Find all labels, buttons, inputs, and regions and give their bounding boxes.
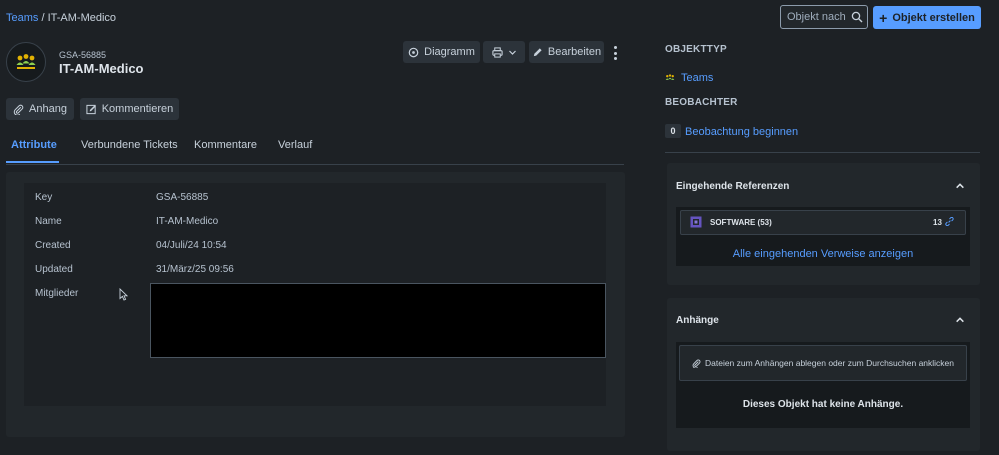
edit-button[interactable]: Bearbeiten (529, 41, 604, 63)
attr-created-value: 04/Juli/24 10:54 (156, 240, 227, 251)
team-icon (16, 54, 36, 69)
attr-created-label: Created (35, 240, 71, 251)
link-icon (945, 217, 954, 226)
show-all-references-link[interactable]: Alle eingehenden Verweise anzeigen (676, 248, 970, 260)
create-object-button[interactable]: + Objekt erstellen (873, 6, 981, 29)
attr-updated-label: Updated (35, 264, 73, 275)
attachment-dropzone[interactable]: Dateien zum Anhängen ablegen oder zum Du… (679, 345, 967, 381)
attr-key-label: Key (35, 192, 53, 203)
object-type-value[interactable]: Teams (665, 72, 713, 84)
tab-active-underline (6, 161, 59, 163)
reference-count: 13 (933, 218, 942, 227)
mouse-cursor-icon (119, 288, 128, 301)
more-actions-icon[interactable] (610, 45, 620, 61)
print-menu-button[interactable] (483, 41, 525, 63)
diagram-label: Diagramm (424, 46, 475, 58)
tab-history[interactable]: Verlauf (278, 139, 312, 151)
attachments-title: Anhänge (676, 315, 719, 326)
paperclip-icon (692, 359, 701, 368)
attr-members-label: Mitglieder (35, 288, 79, 299)
object-type-link[interactable]: Teams (681, 72, 713, 84)
attr-name-value: IT-AM-Medico (156, 216, 219, 227)
chevron-up-icon[interactable] (955, 315, 965, 325)
paperclip-icon (13, 104, 24, 115)
sidebar-divider (665, 152, 980, 153)
diagram-button[interactable]: Diagramm (403, 41, 480, 63)
page-title: IT-AM-Medico (59, 61, 144, 76)
chevron-down-icon (508, 50, 516, 55)
attr-key-value: GSA-56885 (156, 192, 209, 203)
search-input[interactable] (787, 11, 849, 23)
start-watching-link[interactable]: Beobachtung beginnen (685, 126, 798, 138)
search-box[interactable] (780, 5, 868, 29)
plus-icon: + (879, 9, 888, 26)
attr-name-label: Name (35, 216, 62, 227)
team-icon (665, 74, 675, 80)
object-type-title: OBJEKTTYP (665, 44, 727, 55)
attach-button[interactable]: Anhang (6, 98, 74, 120)
tab-connected-tickets[interactable]: Verbundene Tickets (81, 139, 178, 151)
pencil-icon (533, 47, 542, 56)
attr-updated-value: 31/März/25 09:56 (156, 264, 234, 275)
edit-label: Bearbeiten (547, 46, 602, 58)
search-icon[interactable] (851, 11, 863, 23)
chevron-up-icon[interactable] (955, 181, 965, 191)
breadcrumb-separator: / (38, 12, 48, 24)
attach-label: Anhang (29, 103, 67, 115)
printer-icon (491, 46, 503, 58)
tabs-divider (6, 164, 624, 165)
watchers-count-badge: 0 (665, 124, 681, 138)
comment-edit-icon (86, 104, 96, 114)
incoming-references-title: Eingehende Referenzen (676, 181, 790, 192)
attr-members-value (150, 283, 606, 358)
no-attachments-text: Dieses Objekt hat keine Anhänge. (742, 399, 904, 410)
breadcrumb-current: IT-AM-Medico (47, 12, 117, 24)
reference-label: SOFTWARE (53) (710, 218, 772, 227)
dropzone-label: Dateien zum Anhängen ablegen oder zum Du… (704, 358, 955, 368)
tab-attribute[interactable]: Attribute (11, 139, 57, 151)
software-icon (690, 216, 702, 228)
avatar (6, 42, 46, 82)
comment-button[interactable]: Kommentieren (80, 98, 179, 120)
tab-comments[interactable]: Kommentare (194, 139, 257, 151)
diagram-icon (408, 47, 419, 57)
breadcrumb-root-link[interactable]: Teams (6, 12, 38, 24)
breadcrumb: Teams / IT-AM-Medico (6, 12, 116, 24)
create-object-label: Objekt erstellen (892, 11, 975, 24)
comment-label: Kommentieren (101, 103, 174, 115)
watchers-title: BEOBACHTER (665, 97, 738, 108)
object-key: GSA-56885 (59, 50, 107, 60)
